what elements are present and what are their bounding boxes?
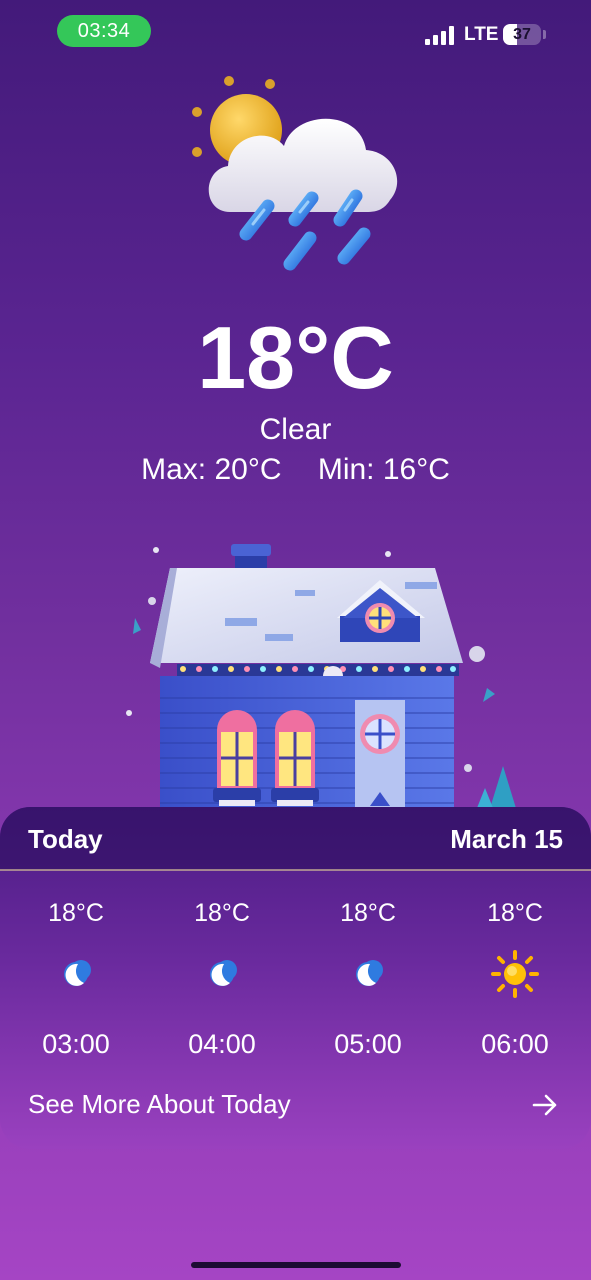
moon-icon [356, 960, 383, 986]
moon-icon [64, 960, 91, 986]
hourly-item[interactable]: 18°C 04:00 [162, 887, 282, 1067]
sun-icon [491, 950, 539, 998]
hourly-temp: 18°C [194, 899, 250, 927]
moon-icon [210, 960, 237, 986]
house-illustration [126, 544, 519, 818]
arrow-right-icon[interactable] [530, 1090, 560, 1120]
today-forecast-card: Today March 15 18°C 03:00 18°C 04:00 18°… [0, 807, 591, 1149]
divider [0, 869, 591, 871]
max-min-temperatures: Max: 20°C Min: 16°C [0, 452, 591, 488]
hourly-time: 05:00 [334, 1029, 402, 1059]
card-header: Today March 15 [0, 807, 591, 870]
hourly-item[interactable]: 18°C 05:00 [308, 887, 428, 1067]
max-temperature: Max: 20°C [141, 453, 282, 486]
sun-cloud-rain-icon [192, 76, 398, 271]
battery-level: 37 [513, 26, 531, 43]
date-label: March 15 [450, 824, 563, 854]
hourly-temp: 18°C [340, 899, 396, 927]
hourly-time: 06:00 [481, 1029, 549, 1059]
hourly-temp: 18°C [48, 899, 104, 927]
hourly-item[interactable]: 18°C 06:00 [455, 887, 575, 1067]
hourly-time: 04:00 [188, 1029, 256, 1059]
today-label: Today [28, 824, 103, 854]
home-indicator[interactable] [191, 1262, 401, 1268]
status-time[interactable]: 03:34 [57, 15, 151, 47]
battery-cap [543, 30, 546, 39]
hourly-time: 03:00 [42, 1029, 110, 1059]
weather-condition: Clear [259, 413, 332, 446]
hourly-temp: 18°C [487, 899, 543, 927]
network-type: LTE [464, 24, 499, 45]
status-bar: 03:34 LTE 37 [0, 0, 591, 60]
current-temperature: 18°C [197, 308, 394, 407]
see-more-link[interactable]: See More About Today [0, 1082, 591, 1128]
signal-icon [425, 25, 457, 45]
hourly-forecast: 18°C 03:00 18°C 04:00 18°C 05:00 18°C 06… [0, 887, 591, 1067]
min-temperature: Min: 16°C [317, 453, 450, 486]
see-more-label: See More About Today [28, 1089, 291, 1119]
hourly-item[interactable]: 18°C 03:00 [16, 887, 136, 1067]
battery-icon: 37 [503, 24, 541, 45]
